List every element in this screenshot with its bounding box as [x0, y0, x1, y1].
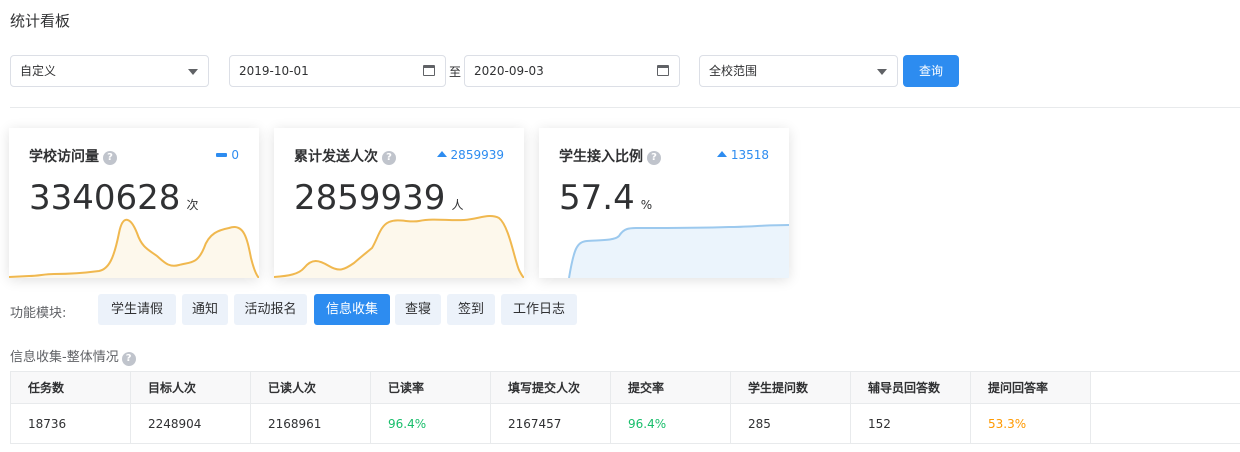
- tab-notice[interactable]: 通知: [182, 294, 228, 325]
- table-cell: 96.4%: [370, 403, 491, 444]
- help-icon[interactable]: ?: [382, 151, 396, 165]
- sparkline: [9, 218, 259, 278]
- stat-card-ratio: 学生接入比例? 13518 57.4%: [539, 128, 789, 278]
- help-icon[interactable]: ?: [103, 151, 117, 165]
- card-title: 累计发送人次?: [294, 146, 396, 166]
- caret-down-icon: [877, 69, 887, 75]
- tab-dorm-check[interactable]: 查寝: [395, 294, 441, 325]
- calendar-icon: [657, 65, 669, 76]
- tab-info-collection[interactable]: 信息收集: [314, 294, 390, 325]
- table-cell: 285: [730, 403, 851, 444]
- range-type-value: 自定义: [20, 64, 57, 78]
- column-header: 学生提问数: [730, 371, 851, 404]
- table-filler: [1090, 403, 1240, 444]
- help-icon[interactable]: ?: [647, 151, 661, 165]
- table-row: 18736 2248904 2168961 96.4% 2167457 96.4…: [10, 403, 1240, 444]
- table-cell: 2167457: [490, 403, 611, 444]
- calendar-icon: [423, 65, 435, 76]
- table-cell: 152: [850, 403, 971, 444]
- card-trend: 13518: [716, 148, 769, 162]
- range-separator: 至: [449, 65, 462, 79]
- column-header: 目标人次: [130, 371, 251, 404]
- sparkline: [274, 215, 524, 278]
- card-trend: 2859939: [436, 148, 504, 162]
- tab-event-signup[interactable]: 活动报名: [234, 294, 307, 325]
- arrow-up-icon: [716, 151, 727, 157]
- tab-student-leave[interactable]: 学生请假: [98, 294, 176, 325]
- card-title: 学生接入比例?: [559, 146, 661, 166]
- arrow-up-icon: [436, 151, 447, 157]
- range-type-select[interactable]: 自定义: [10, 55, 209, 87]
- query-button[interactable]: 查询: [903, 55, 959, 87]
- card-trend: 0: [216, 148, 239, 162]
- stat-card-sends: 累计发送人次? 2859939 2859939 人: [274, 128, 524, 278]
- table-header-row: 任务数 目标人次 已读人次 已读率 填写提交人次 提交率 学生提问数 辅导员回答…: [10, 371, 1240, 404]
- divider: [10, 107, 1240, 108]
- tab-sign-in[interactable]: 签到: [447, 294, 495, 325]
- table-cell: 53.3%: [970, 403, 1091, 444]
- section-title: 信息收集-整体情况?: [10, 346, 136, 366]
- start-date-value: 2019-10-01: [239, 64, 309, 78]
- sparkline: [568, 224, 789, 278]
- stat-card-visits: 学校访问量? 0 3340628 次: [9, 128, 259, 278]
- table-cell: 18736: [10, 403, 131, 444]
- caret-down-icon: [188, 69, 198, 75]
- start-date-input[interactable]: 2019-10-01: [229, 55, 446, 87]
- scope-value: 全校范围: [709, 64, 758, 78]
- table-cell: 96.4%: [610, 403, 731, 444]
- end-date-value: 2020-09-03: [474, 64, 544, 78]
- card-title: 学校访问量?: [29, 146, 117, 166]
- table-filler: [1090, 371, 1240, 404]
- column-header: 提交率: [610, 371, 731, 404]
- help-icon[interactable]: ?: [121, 352, 136, 366]
- column-header: 提问回答率: [970, 371, 1091, 404]
- column-header: 任务数: [10, 371, 131, 404]
- column-header: 辅导员回答数: [850, 371, 971, 404]
- dash-icon: [216, 153, 228, 157]
- modules-label: 功能模块:: [10, 306, 67, 321]
- page-title: 统计看板: [10, 12, 71, 30]
- column-header: 已读人次: [250, 371, 371, 404]
- table-cell: 2248904: [130, 403, 251, 444]
- scope-select[interactable]: 全校范围: [699, 55, 898, 87]
- column-header: 已读率: [370, 371, 491, 404]
- end-date-input[interactable]: 2020-09-03: [464, 55, 680, 87]
- column-header: 填写提交人次: [490, 371, 611, 404]
- tab-work-log[interactable]: 工作日志: [501, 294, 577, 325]
- summary-table: 任务数 目标人次 已读人次 已读率 填写提交人次 提交率 学生提问数 辅导员回答…: [10, 371, 1240, 444]
- table-cell: 2168961: [250, 403, 371, 444]
